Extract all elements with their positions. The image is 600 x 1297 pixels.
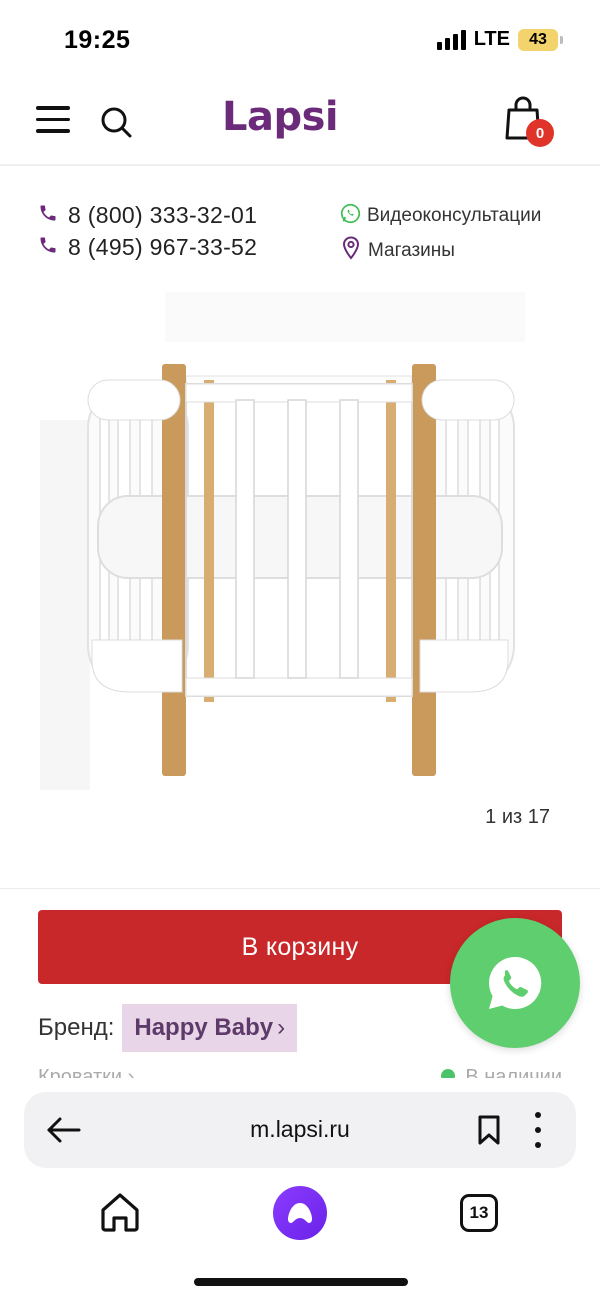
brand-row: Бренд: Happy Baby › xyxy=(38,1004,298,1052)
stores-link[interactable]: Магазины xyxy=(342,236,455,265)
phone-link-2[interactable]: 8 (495) 967-33-52 xyxy=(38,234,257,261)
phone-link-1[interactable]: 8 (800) 333-32-01 xyxy=(38,202,257,229)
whatsapp-icon xyxy=(340,203,361,229)
home-icon[interactable] xyxy=(98,1190,142,1234)
video-consult-link[interactable]: Видеоконсультации xyxy=(340,203,541,229)
home-indicator xyxy=(194,1278,408,1286)
battery-icon: 43 xyxy=(518,28,563,51)
search-icon[interactable] xyxy=(100,106,134,140)
map-pin-icon xyxy=(342,236,360,265)
gallery-counter: 1 из 17 xyxy=(485,806,550,828)
brand-label: Бренд: xyxy=(38,1014,115,1041)
brand-link[interactable]: Happy Baby › xyxy=(122,1004,298,1052)
status-bar: 19:25 LTE 43 xyxy=(0,0,600,80)
battery-level: 43 xyxy=(529,30,547,48)
phone-icon xyxy=(38,235,58,260)
contacts-block: 8 (800) 333-32-01 8 (495) 967-33-52 Виде… xyxy=(0,200,600,270)
menu-icon[interactable] xyxy=(36,106,70,136)
more-vertical-icon[interactable] xyxy=(530,1112,546,1148)
site-logo[interactable]: Lapsi xyxy=(222,94,339,140)
phone-number-2: 8 (495) 967-33-52 xyxy=(68,234,258,260)
alice-icon[interactable] xyxy=(273,1186,327,1240)
phone-icon xyxy=(38,203,58,228)
chevron-right-icon: › xyxy=(277,1014,286,1041)
status-indicators: LTE 43 xyxy=(436,28,563,51)
browser-bottom-bar: m.lapsi.ru 13 xyxy=(0,1078,600,1297)
phone-number-1: 8 (800) 333-32-01 xyxy=(68,202,258,228)
address-bar[interactable]: m.lapsi.ru xyxy=(24,1092,576,1168)
product-gallery[interactable] xyxy=(0,280,600,840)
product-image-crib xyxy=(40,292,525,790)
tabs-count: 13 xyxy=(469,1203,489,1222)
signal-icon xyxy=(436,29,466,50)
tabs-icon[interactable]: 13 xyxy=(460,1194,498,1232)
bookmark-icon[interactable] xyxy=(476,1114,502,1146)
video-consult-label: Видеоконсультации xyxy=(367,205,542,226)
shopping-bag-icon[interactable]: 0 xyxy=(504,94,558,150)
stores-label: Магазины xyxy=(368,239,455,261)
brand-name: Happy Baby xyxy=(134,1014,274,1041)
divider xyxy=(0,888,600,889)
cart-count-badge: 0 xyxy=(526,119,554,147)
network-type: LTE xyxy=(473,28,510,50)
whatsapp-icon xyxy=(489,956,542,1009)
whatsapp-chat-button[interactable] xyxy=(450,918,580,1048)
status-time: 19:25 xyxy=(64,26,131,54)
site-header: Lapsi 0 xyxy=(0,80,600,166)
